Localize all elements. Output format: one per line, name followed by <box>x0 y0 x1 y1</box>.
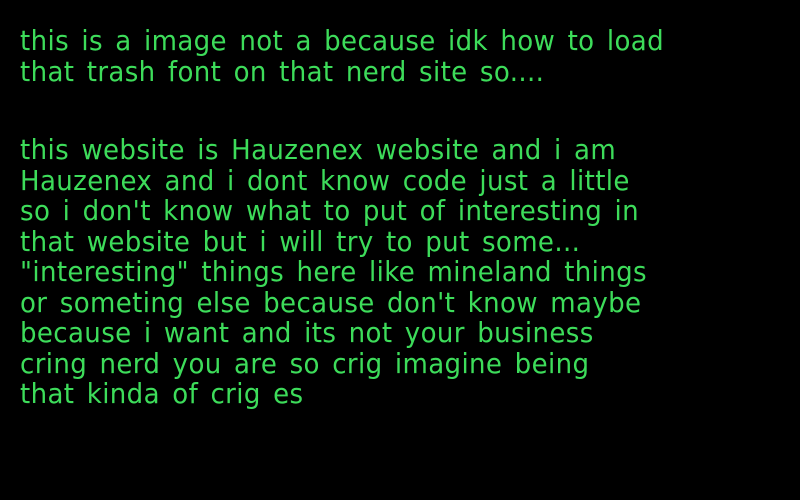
body-line-9: that kinda of crig es <box>20 377 304 410</box>
page: this is a image not a because idk how to… <box>0 0 800 500</box>
intro-line-1: this is a image not a because idk how to… <box>20 24 664 57</box>
body-line-1: this website is Hauzenex website and i a… <box>20 133 617 166</box>
body-line-4: that website but i will try to put some.… <box>20 224 581 258</box>
body-line-3: so i don't know what to put of interesti… <box>20 194 639 227</box>
body-line-7: because i want and its not your business <box>20 316 594 349</box>
body-paragraph: this website is Hauzenex website and i a… <box>20 133 800 410</box>
body-line-6: or someting else because don't know mayb… <box>20 285 642 319</box>
intro-paragraph: this is a image not a because idk how to… <box>20 24 800 88</box>
body-line-2: Hauzenex and i dont know code just a lit… <box>20 163 630 197</box>
body-line-5: "interesting" things here like mineland … <box>20 255 647 288</box>
intro-line-2: that trash font on that nerd site so.... <box>20 54 545 88</box>
body-line-8: cring nerd you are so crig imagine being <box>20 346 590 380</box>
